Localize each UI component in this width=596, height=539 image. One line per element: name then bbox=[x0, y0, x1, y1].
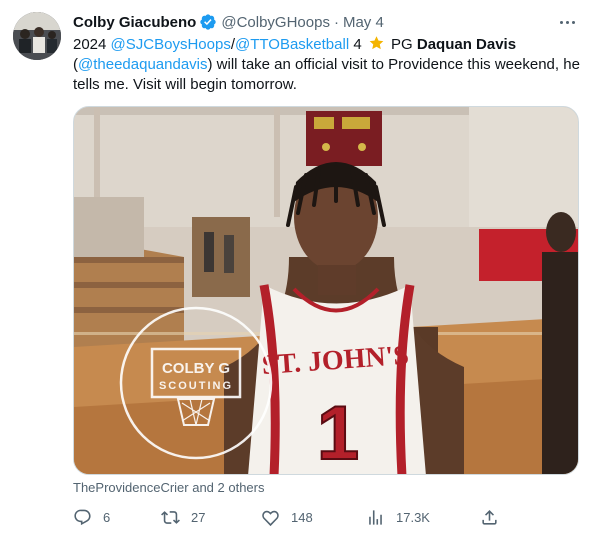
display-name[interactable]: Colby Giacubeno bbox=[73, 14, 196, 31]
tweet-date[interactable]: May 4 bbox=[343, 14, 384, 31]
jersey-number: 1 bbox=[317, 391, 359, 475]
share-button[interactable] bbox=[480, 506, 499, 528]
tweet-text: 2024 @SJCBoysHoops/@TTOBasketball 4 PG D… bbox=[73, 35, 583, 95]
social-context[interactable]: TheProvidenceCrier and 2 others bbox=[73, 480, 265, 495]
views-button[interactable]: 17.3K bbox=[366, 506, 430, 528]
like-icon bbox=[262, 510, 279, 526]
views-count: 17.3K bbox=[396, 509, 430, 525]
mention-ttobasketball[interactable]: @TTOBasketball bbox=[235, 36, 349, 53]
text-segment: PG bbox=[386, 36, 417, 53]
mention-theedaquandavis[interactable]: @theedaquandavis bbox=[78, 56, 208, 73]
views-icon bbox=[369, 509, 382, 525]
more-icon[interactable] bbox=[556, 12, 578, 32]
reply-button[interactable]: 6 bbox=[73, 506, 110, 528]
mention-sjcboyshoops[interactable]: @SJCBoysHoops bbox=[111, 36, 231, 53]
text-segment: 4 bbox=[349, 36, 366, 53]
reply-count: 6 bbox=[103, 509, 111, 525]
watermark-line2: SCOUTING bbox=[159, 380, 233, 392]
tweet-photo[interactable]: ST. JOHN'S 1 COLBY G SCOUTING bbox=[73, 106, 579, 475]
like-count: 148 bbox=[291, 509, 313, 525]
text-segment: 2024 bbox=[73, 36, 111, 53]
retweet-button[interactable]: 27 bbox=[161, 506, 205, 528]
player-name: Daquan Davis bbox=[416, 36, 517, 53]
share-icon bbox=[482, 509, 497, 525]
reply-icon bbox=[74, 509, 91, 525]
avatar[interactable] bbox=[13, 12, 61, 60]
separator-dot: · bbox=[333, 13, 339, 31]
like-button[interactable]: 148 bbox=[261, 506, 313, 528]
verified-badge-icon bbox=[200, 14, 217, 30]
retweet-count: 27 bbox=[191, 509, 206, 525]
watermark-line1: COLBY G bbox=[162, 360, 230, 377]
star-icon bbox=[369, 36, 384, 50]
action-bar: 6 27 148 17.3K bbox=[73, 506, 503, 528]
tweet[interactable]: Colby Giacubeno @ColbyGHoops · May 4 202… bbox=[0, 0, 596, 539]
retweet-icon bbox=[161, 510, 180, 524]
handle[interactable]: @ColbyGHoops bbox=[221, 14, 330, 31]
tweet-header: Colby Giacubeno @ColbyGHoops · May 4 bbox=[73, 12, 384, 32]
